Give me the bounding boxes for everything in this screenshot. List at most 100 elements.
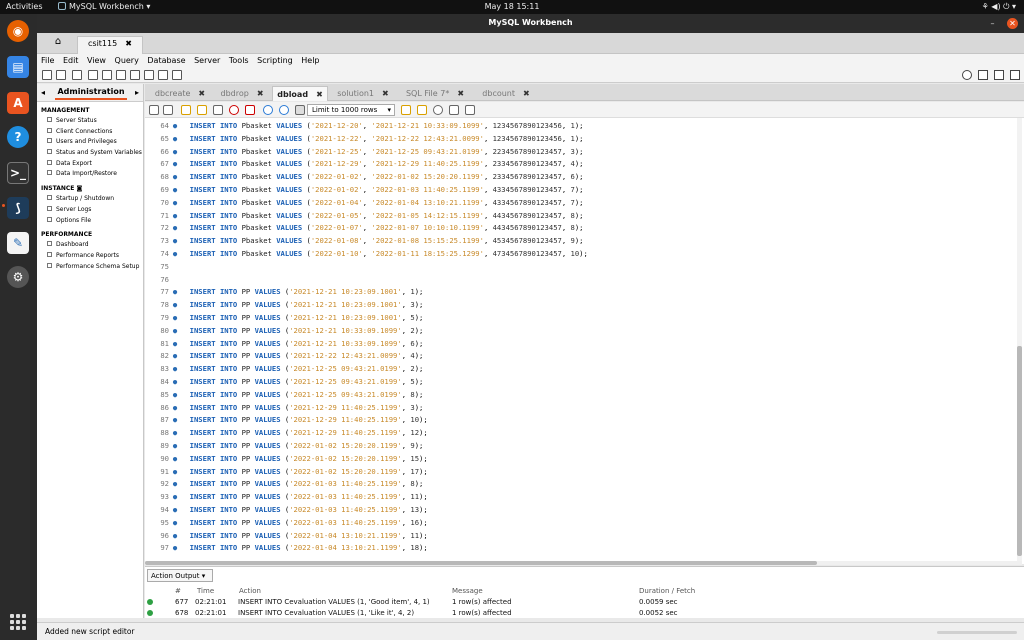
menu-view[interactable]: View — [87, 56, 106, 65]
create-table-icon[interactable] — [102, 70, 112, 80]
search-table-data-icon[interactable] — [158, 70, 168, 80]
code-line[interactable]: 72 ● INSERT INTO Pbasket VALUES ('2022-01… — [145, 222, 583, 235]
tab-dbload[interactable]: dbload ✖ — [272, 86, 328, 101]
close-icon[interactable]: ✖ — [257, 89, 264, 98]
menu-database[interactable]: Database — [147, 56, 185, 65]
code-line[interactable]: 93 ● INSERT INTO PP VALUES ('2022-01-03 1… — [145, 491, 427, 504]
settings-icon[interactable]: ⚙ — [7, 266, 29, 288]
app-menu[interactable]: MySQL Workbench ▾ — [58, 2, 150, 11]
menu-file[interactable]: File — [41, 56, 54, 65]
open-sql-script-icon[interactable] — [56, 70, 66, 80]
nav-item-server-status[interactable]: Server Status — [47, 116, 143, 127]
toggle-sidebar-icon[interactable] — [978, 70, 988, 80]
code-line[interactable]: 77 ● INSERT INTO PP VALUES ('2021-12-21 1… — [145, 286, 423, 299]
code-line[interactable]: 73 ● INSERT INTO Pbasket VALUES ('2022-01… — [145, 235, 583, 248]
nav-item-data-export[interactable]: Data Export — [47, 159, 143, 170]
scrollbar-thumb[interactable] — [1017, 346, 1022, 556]
code-line[interactable]: 89 ● INSERT INTO PP VALUES ('2022-01-02 1… — [145, 440, 423, 453]
toggle-output-icon[interactable] — [994, 70, 1004, 80]
close-window-button[interactable]: ✕ — [1007, 18, 1018, 29]
commit-icon[interactable] — [263, 105, 273, 115]
autocommit-icon[interactable] — [295, 105, 305, 115]
nav-item-server-logs[interactable]: Server Logs — [47, 205, 143, 216]
code-line[interactable]: 96 ● INSERT INTO PP VALUES ('2022-01-04 1… — [145, 530, 427, 543]
find-replace-icon[interactable] — [417, 105, 427, 115]
save-icon[interactable] — [163, 105, 173, 115]
code-line[interactable]: 79 ● INSERT INTO PP VALUES ('2021-12-21 1… — [145, 312, 423, 325]
chevron-right-icon[interactable]: ▸ — [135, 88, 139, 97]
text-editor-icon[interactable]: ✎ — [7, 232, 29, 254]
nav-item-options-file[interactable]: Options File — [47, 216, 143, 227]
nav-item-startup-shutdown[interactable]: Startup / Shutdown — [47, 194, 143, 205]
code-line[interactable]: 85 ● INSERT INTO PP VALUES ('2021-12-25 0… — [145, 389, 423, 402]
code-line[interactable]: 67 ● INSERT INTO Pbasket VALUES ('2021-12… — [145, 158, 583, 171]
code-line[interactable]: 75 — [145, 261, 181, 274]
menu-tools[interactable]: Tools — [229, 56, 249, 65]
system-tray[interactable]: ⚘ ◀) ⏻ ▾ — [982, 2, 1016, 12]
mysql-workbench-icon[interactable]: ⟆ — [7, 197, 29, 219]
output-row-action[interactable]: INSERT INTO Cevaluation VALUES (1, 'Like… — [238, 609, 414, 617]
sql-editor[interactable]: 64 ● INSERT INTO Pbasket VALUES ('2021-12… — [145, 118, 1024, 564]
code-line[interactable]: 87 ● INSERT INTO PP VALUES ('2021-12-29 1… — [145, 414, 427, 427]
files-icon[interactable]: ▤ — [7, 56, 29, 78]
nav-item-performance-schema[interactable]: Performance Schema Setup — [47, 262, 143, 273]
close-icon[interactable]: ✖ — [198, 89, 205, 98]
terminal-icon[interactable]: >_ — [7, 162, 29, 184]
minimize-button[interactable]: – — [987, 18, 998, 29]
menu-help[interactable]: Help — [301, 56, 319, 65]
code-line[interactable]: 71 ● INSERT INTO Pbasket VALUES ('2022-01… — [145, 210, 583, 223]
menu-query[interactable]: Query — [115, 56, 139, 65]
nav-item-performance-reports[interactable]: Performance Reports — [47, 251, 143, 262]
code-line[interactable]: 68 ● INSERT INTO Pbasket VALUES ('2022-01… — [145, 171, 583, 184]
invisible-chars-icon[interactable] — [449, 105, 459, 115]
editor-horizontal-scrollbar[interactable] — [145, 561, 1022, 565]
word-wrap-icon[interactable] — [465, 105, 475, 115]
tab-dbdrop[interactable]: dbdrop ✖ — [215, 86, 269, 101]
code-line[interactable]: 76 — [145, 274, 181, 287]
menu-server[interactable]: Server — [194, 56, 220, 65]
open-file-icon[interactable] — [149, 105, 159, 115]
toggle-secondary-sidebar-icon[interactable] — [1010, 70, 1020, 80]
beautify-icon[interactable] — [401, 105, 411, 115]
clock[interactable]: May 18 15:11 — [0, 2, 1024, 11]
execute-icon[interactable] — [181, 105, 191, 115]
code-line[interactable]: 95 ● INSERT INTO PP VALUES ('2022-01-03 1… — [145, 517, 427, 530]
stop-icon[interactable] — [229, 105, 239, 115]
close-icon[interactable]: ✖ — [523, 89, 530, 98]
code-line[interactable]: 97 ● INSERT INTO PP VALUES ('2022-01-04 1… — [145, 542, 427, 555]
connection-tab[interactable]: csit115 ✖ — [77, 36, 143, 54]
code-line[interactable]: 88 ● INSERT INTO PP VALUES ('2021-12-29 1… — [145, 427, 427, 440]
code-line[interactable]: 82 ● INSERT INTO PP VALUES ('2021-12-22 1… — [145, 350, 423, 363]
output-type-select[interactable]: Action Output ▾ — [147, 569, 213, 582]
limit-rows-select[interactable]: Limit to 1000 rows ▾ — [307, 104, 395, 116]
nav-item-dashboard[interactable]: Dashboard — [47, 240, 143, 251]
code-line[interactable]: 92 ● INSERT INTO PP VALUES ('2022-01-03 1… — [145, 478, 423, 491]
explain-icon[interactable] — [213, 105, 223, 115]
code-line[interactable]: 80 ● INSERT INTO PP VALUES ('2021-12-21 1… — [145, 325, 423, 338]
create-schema-icon[interactable] — [88, 70, 98, 80]
code-line[interactable]: 64 ● INSERT INTO Pbasket VALUES ('2021-12… — [145, 120, 583, 133]
new-sql-tab-icon[interactable] — [42, 70, 52, 80]
nav-item-users-privileges[interactable]: Users and Privileges — [47, 137, 143, 148]
tab-sql-file-7[interactable]: SQL File 7* ✖ — [401, 86, 469, 101]
nav-item-data-import[interactable]: Data Import/Restore — [47, 169, 143, 180]
home-icon[interactable]: ⌂ — [43, 36, 73, 52]
close-icon[interactable]: ✖ — [382, 89, 389, 98]
code-line[interactable]: 83 ● INSERT INTO PP VALUES ('2021-12-25 0… — [145, 363, 423, 376]
code-line[interactable]: 81 ● INSERT INTO PP VALUES ('2021-12-21 1… — [145, 338, 423, 351]
close-icon[interactable]: ✖ — [457, 89, 464, 98]
nav-item-status-variables[interactable]: Status and System Variables — [47, 148, 143, 159]
code-line[interactable]: 91 ● INSERT INTO PP VALUES ('2022-01-02 1… — [145, 466, 427, 479]
nav-item-client-connections[interactable]: Client Connections — [47, 127, 143, 138]
tab-solution1[interactable]: solution1 ✖ — [331, 86, 395, 101]
code-line[interactable]: 94 ● INSERT INTO PP VALUES ('2022-01-03 1… — [145, 504, 427, 517]
tab-dbcreate[interactable]: dbcreate ✖ — [149, 86, 211, 101]
reconnect-icon[interactable] — [172, 70, 182, 80]
chevron-left-icon[interactable]: ◂ — [41, 88, 45, 97]
code-line[interactable]: 70 ● INSERT INTO Pbasket VALUES ('2022-01… — [145, 197, 583, 210]
close-icon[interactable]: ✖ — [125, 39, 132, 48]
scrollbar-thumb[interactable] — [145, 561, 817, 565]
software-icon[interactable]: A — [7, 92, 29, 114]
search-icon[interactable] — [433, 105, 443, 115]
create-view-icon[interactable] — [116, 70, 126, 80]
